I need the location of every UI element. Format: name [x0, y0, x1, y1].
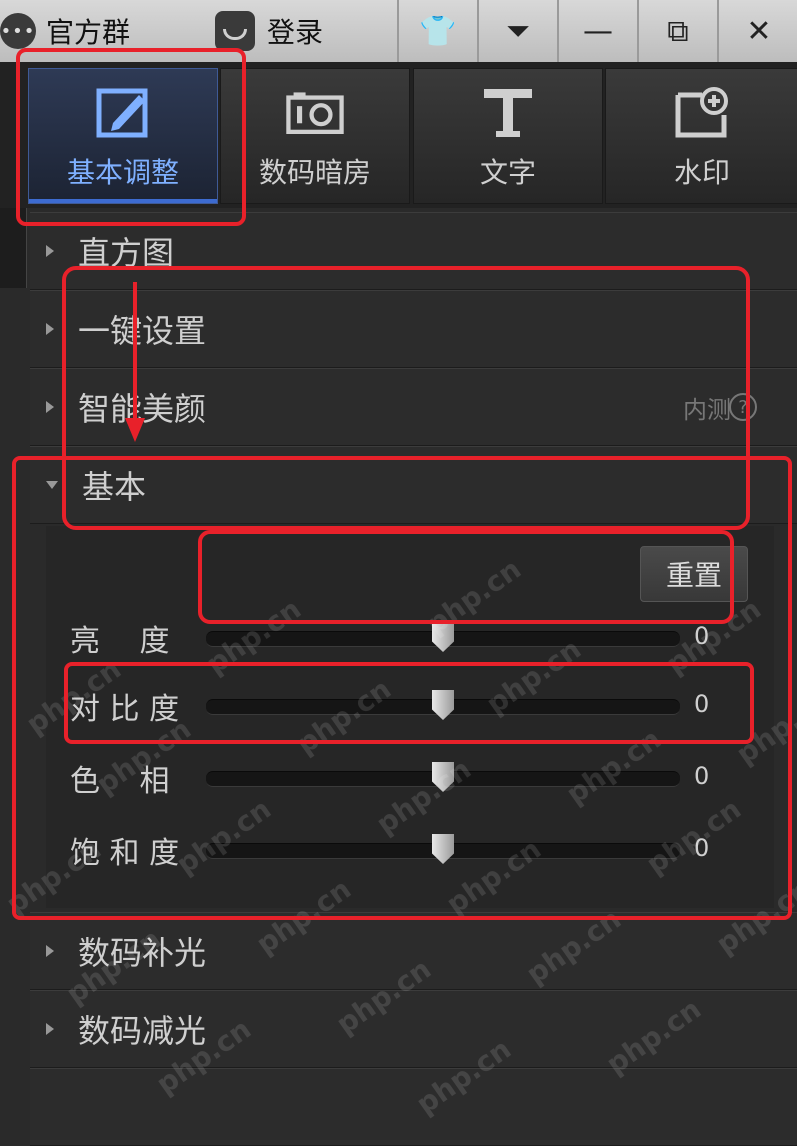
- annotation-box-reset: [198, 530, 734, 624]
- skin-button[interactable]: 👕: [397, 0, 477, 62]
- minimize-button[interactable]: —: [557, 0, 637, 62]
- login-label: 登录: [267, 16, 324, 49]
- section-partial-next: [30, 1068, 797, 1146]
- chat-bubble-icon: •••: [0, 13, 36, 49]
- section-label: 数码减光: [78, 1012, 207, 1050]
- restore-button[interactable]: ⧉: [637, 0, 717, 62]
- expand-arrow-icon: [46, 245, 54, 257]
- tab-watermark[interactable]: 水印: [605, 68, 797, 204]
- annotation-box-contrast: [64, 662, 754, 744]
- user-face-icon: [215, 11, 255, 51]
- menu-dropdown-button[interactable]: ⏷: [477, 0, 557, 62]
- annotation-arrow-line: [133, 282, 137, 422]
- expand-arrow-icon: [46, 323, 54, 335]
- text-icon: [478, 85, 538, 141]
- annotation-arrow-down-icon: [125, 418, 145, 442]
- watermark-add-icon: [672, 85, 732, 141]
- tab-label: 数码暗房: [258, 156, 371, 189]
- official-group-label: 官方群: [46, 16, 131, 49]
- camera-icon: [285, 85, 345, 141]
- annotation-box-basic-tab: [16, 48, 246, 226]
- tab-text[interactable]: 文字: [413, 68, 603, 204]
- expand-arrow-icon: [46, 1023, 54, 1035]
- expand-arrow-icon: [46, 945, 54, 957]
- tab-label: 文字: [479, 156, 536, 189]
- tab-digital-darkroom[interactable]: 数码暗房: [220, 68, 410, 204]
- close-button[interactable]: ✕: [717, 0, 797, 62]
- tab-label: 水印: [673, 156, 730, 189]
- expand-arrow-icon: [46, 401, 54, 413]
